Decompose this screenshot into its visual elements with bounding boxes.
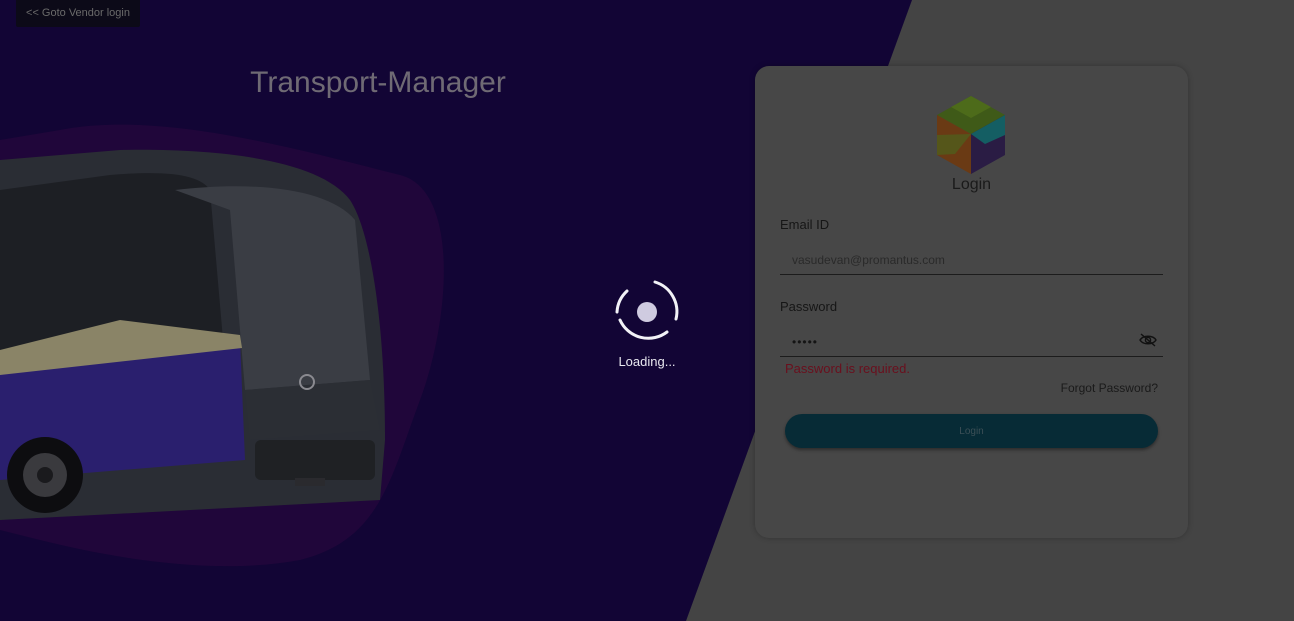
forgot-password-link[interactable]: Forgot Password? xyxy=(1061,381,1158,395)
loading-text: Loading... xyxy=(618,354,676,369)
login-heading: Login xyxy=(951,176,992,193)
login-card: Login Email ID Password Password is requ… xyxy=(755,66,1188,538)
app-title: Transport-Manager xyxy=(250,66,506,99)
email-label: Email ID xyxy=(780,217,830,232)
password-error: Password is required. xyxy=(785,361,910,376)
eye-off-icon[interactable] xyxy=(1138,332,1158,348)
spinner-icon xyxy=(612,277,682,347)
password-field[interactable] xyxy=(780,327,1163,357)
app-logo-icon xyxy=(935,94,1007,176)
vendor-login-link[interactable]: << Goto Vendor login xyxy=(16,0,140,27)
login-button[interactable]: Login xyxy=(785,414,1158,448)
password-label: Password xyxy=(780,299,838,314)
bus-illustration xyxy=(0,120,460,580)
email-field[interactable] xyxy=(780,245,1163,275)
